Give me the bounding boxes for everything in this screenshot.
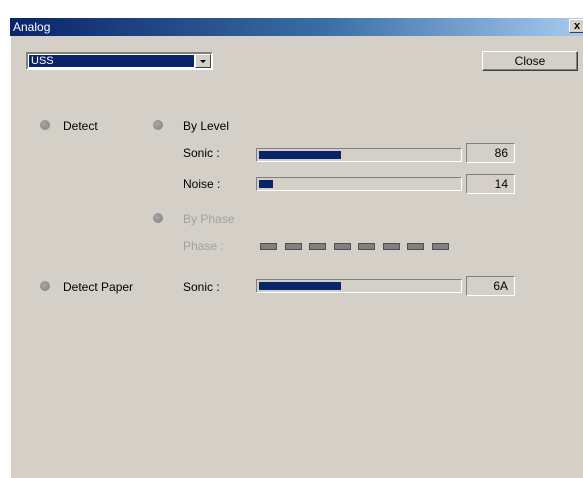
paper-sonic-bar — [256, 279, 462, 293]
paper-sonic-value: 6A — [466, 276, 515, 296]
window-close-icon[interactable]: x — [569, 19, 583, 33]
noise-label: Noise : — [183, 177, 221, 191]
window-title: Analog — [13, 20, 51, 34]
sensor-select[interactable]: USS — [26, 52, 213, 70]
phase-segment — [284, 243, 302, 250]
paper-sonic-fill — [259, 282, 341, 290]
detect-paper-label: Detect Paper — [63, 280, 134, 294]
detect-label: Detect — [63, 119, 98, 133]
title-bar[interactable]: Analog x — [10, 18, 583, 36]
by-phase-indicator-icon — [153, 213, 163, 223]
phase-label: Phase : — [183, 239, 224, 253]
sonic-value: 86 — [466, 143, 515, 163]
sonic-label: Sonic : — [183, 146, 220, 160]
chevron-down-icon[interactable] — [195, 54, 211, 68]
noise-level-fill — [259, 180, 273, 188]
sensor-select-value: USS — [29, 55, 194, 67]
paper-sonic-label: Sonic : — [183, 280, 220, 294]
noise-value: 14 — [466, 174, 515, 194]
detect-indicator-icon — [40, 120, 50, 130]
close-button-label: Close — [514, 54, 546, 68]
sonic-level-bar — [256, 148, 462, 162]
phase-segment — [358, 243, 375, 250]
noise-level-bar — [256, 177, 462, 191]
by-level-label: By Level — [183, 119, 230, 133]
sonic-level-fill — [259, 151, 341, 159]
phase-segment — [431, 243, 449, 250]
phase-segment — [407, 243, 424, 250]
phase-segment — [309, 243, 326, 250]
close-button[interactable]: Close — [482, 51, 578, 71]
detect-paper-indicator-icon — [40, 281, 50, 291]
by-level-indicator-icon — [153, 120, 163, 130]
phase-segment — [260, 243, 277, 250]
by-phase-label: By Phase — [183, 212, 235, 226]
phase-segment — [333, 243, 351, 250]
phase-segment — [382, 243, 400, 250]
